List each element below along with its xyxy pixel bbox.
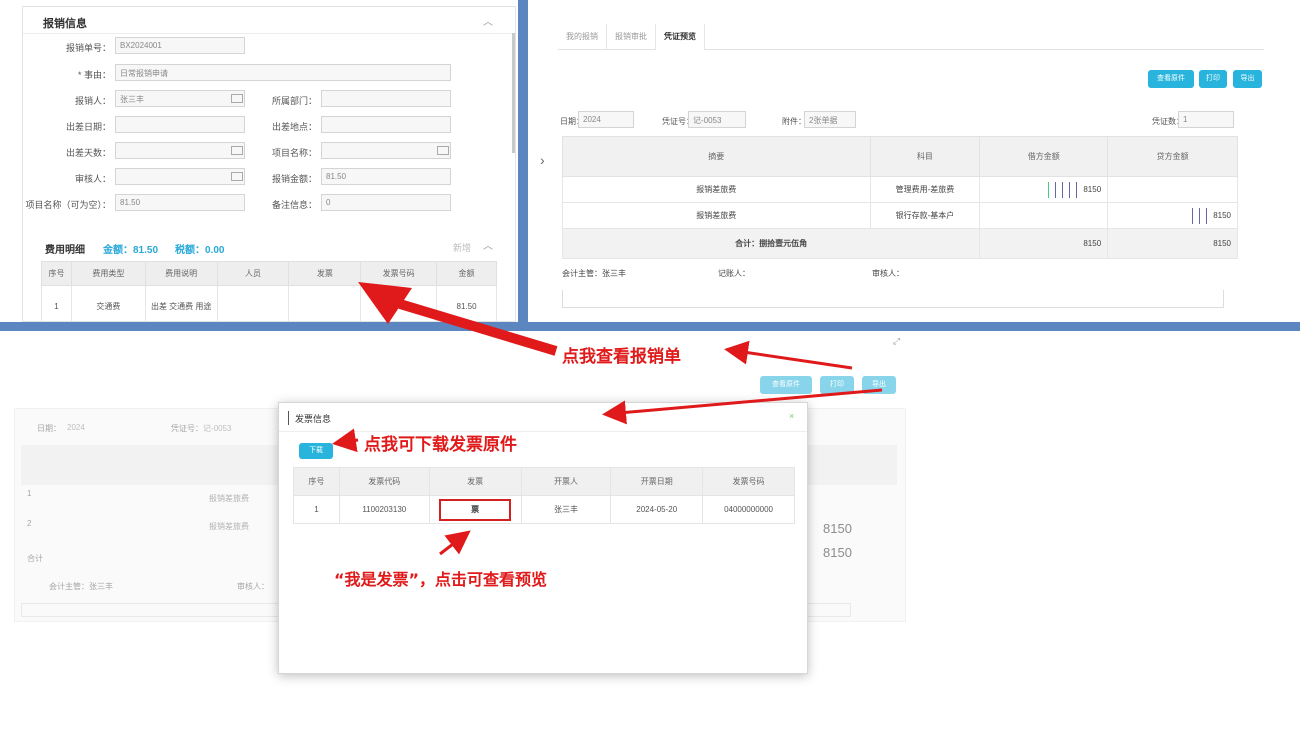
annotation-arrows [332,282,883,556]
annotation-view-voucher: 点我查看报销单 [562,347,681,367]
arrow-line [332,428,359,453]
arrow-line [439,530,471,556]
annotation-download-invoice: 点我可下载发票原件 [364,435,517,455]
annotation-invoice-preview: “我是发票”，点击可查看预览 [334,570,548,589]
arrow-line [724,340,853,370]
arrow-line [398,299,558,356]
arrow-line [602,388,883,425]
